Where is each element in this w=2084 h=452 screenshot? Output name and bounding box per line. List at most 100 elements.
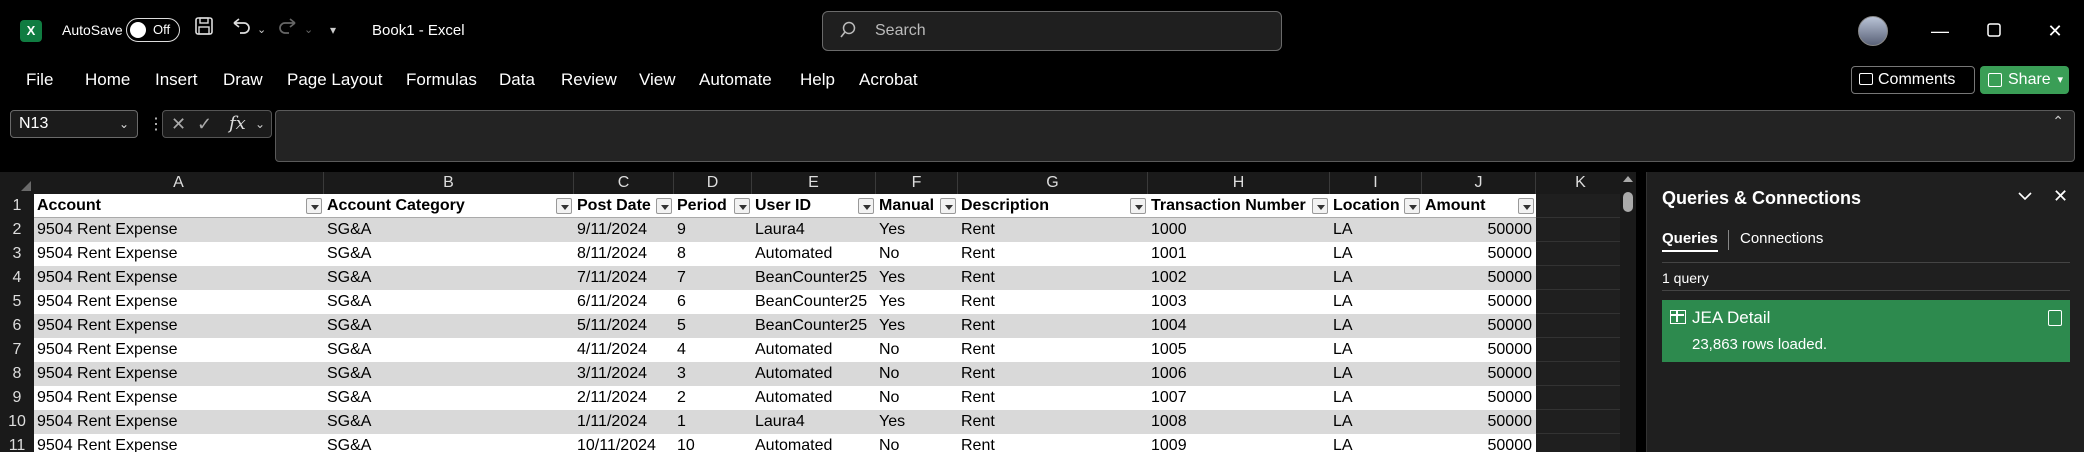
table-cell[interactable]: Automated	[752, 434, 876, 452]
user-avatar[interactable]	[1858, 16, 1888, 46]
table-cell[interactable]: 1008	[1148, 410, 1330, 434]
tab-connections[interactable]: Connections	[1740, 230, 1823, 247]
table-cell[interactable]: 4	[674, 338, 752, 362]
table-cell[interactable]: 9/11/2024	[574, 218, 674, 242]
table-cell[interactable]: 1007	[1148, 386, 1330, 410]
table-cell[interactable]: 50000	[1422, 290, 1536, 314]
table-cell[interactable]: LA	[1330, 386, 1422, 410]
table-cell[interactable]: LA	[1330, 362, 1422, 386]
table-cell[interactable]: 9504 Rent Expense	[34, 314, 324, 338]
empty-cell[interactable]	[1536, 194, 1626, 218]
table-cell[interactable]: LA	[1330, 290, 1422, 314]
column-header-h[interactable]: H	[1148, 172, 1330, 194]
row-header[interactable]: 7	[0, 338, 34, 362]
share-button[interactable]: Share ▾	[1980, 66, 2069, 94]
table-cell[interactable]: BeanCounter25	[752, 290, 876, 314]
table-cell[interactable]: LA	[1330, 410, 1422, 434]
table-cell[interactable]: LA	[1330, 314, 1422, 338]
column-header-g[interactable]: G	[958, 172, 1148, 194]
table-cell[interactable]: 10/11/2024	[574, 434, 674, 452]
table-cell[interactable]: SG&A	[324, 434, 574, 452]
column-header-e[interactable]: E	[752, 172, 876, 194]
table-cell[interactable]: Rent	[958, 290, 1148, 314]
filter-dropdown-icon[interactable]	[1518, 198, 1534, 214]
column-header-f[interactable]: F	[876, 172, 958, 194]
column-header-a[interactable]: A	[34, 172, 324, 194]
table-cell[interactable]: No	[876, 338, 958, 362]
filter-dropdown-icon[interactable]	[1312, 198, 1328, 214]
table-cell[interactable]: 1000	[1148, 218, 1330, 242]
column-header-c[interactable]: C	[574, 172, 674, 194]
table-cell[interactable]: 1	[674, 410, 752, 434]
table-cell[interactable]: LA	[1330, 338, 1422, 362]
table-cell[interactable]: No	[876, 434, 958, 452]
tab-acrobat[interactable]: Acrobat	[859, 70, 918, 90]
close-pane-icon[interactable]: ✕	[2053, 186, 2068, 207]
table-cell[interactable]: 10	[674, 434, 752, 452]
table-cell[interactable]: 8	[674, 242, 752, 266]
table-cell[interactable]: 9504 Rent Expense	[34, 338, 324, 362]
table-cell[interactable]: Yes	[876, 218, 958, 242]
table-cell[interactable]: LA	[1330, 434, 1422, 452]
row-header[interactable]: 10	[0, 410, 34, 434]
table-cell[interactable]: SG&A	[324, 362, 574, 386]
table-cell[interactable]: 7/11/2024	[574, 266, 674, 290]
table-cell[interactable]: 1003	[1148, 290, 1330, 314]
tab-view[interactable]: View	[639, 70, 676, 90]
filter-dropdown-icon[interactable]	[1404, 198, 1420, 214]
row-header[interactable]: 4	[0, 266, 34, 290]
table-cell[interactable]: 4/11/2024	[574, 338, 674, 362]
row-header[interactable]: 5	[0, 290, 34, 314]
table-cell[interactable]: SG&A	[324, 218, 574, 242]
table-cell[interactable]: SG&A	[324, 410, 574, 434]
table-cell[interactable]: Rent	[958, 362, 1148, 386]
table-cell[interactable]: No	[876, 362, 958, 386]
minimize-icon[interactable]: —	[1925, 16, 1955, 46]
filter-dropdown-icon[interactable]	[1130, 198, 1146, 214]
table-cell[interactable]: SG&A	[324, 386, 574, 410]
vertical-scrollbar[interactable]	[1620, 172, 1636, 452]
table-cell[interactable]: 6/11/2024	[574, 290, 674, 314]
table-cell[interactable]: 50000	[1422, 266, 1536, 290]
table-cell[interactable]: SG&A	[324, 290, 574, 314]
table-cell[interactable]: Automated	[752, 386, 876, 410]
empty-cell[interactable]	[1536, 410, 1626, 434]
table-cell[interactable]: 50000	[1422, 314, 1536, 338]
table-cell[interactable]: 50000	[1422, 362, 1536, 386]
table-cell[interactable]: LA	[1330, 266, 1422, 290]
row-header[interactable]: 2	[0, 218, 34, 242]
autosave-toggle[interactable]: Off	[126, 18, 180, 42]
table-cell[interactable]: SG&A	[324, 242, 574, 266]
filter-dropdown-icon[interactable]	[556, 198, 572, 214]
table-cell[interactable]: Rent	[958, 386, 1148, 410]
table-cell[interactable]: Yes	[876, 314, 958, 338]
tab-help[interactable]: Help	[800, 70, 835, 90]
table-cell[interactable]: 9504 Rent Expense	[34, 266, 324, 290]
column-header-k[interactable]: K	[1536, 172, 1626, 194]
table-cell[interactable]: Rent	[958, 242, 1148, 266]
table-cell[interactable]: 9	[674, 218, 752, 242]
table-cell[interactable]: 9504 Rent Expense	[34, 242, 324, 266]
table-cell[interactable]: 50000	[1422, 338, 1536, 362]
table-cell[interactable]: 5	[674, 314, 752, 338]
header-cell[interactable]: Amount	[1422, 194, 1536, 218]
table-cell[interactable]: Automated	[752, 242, 876, 266]
table-cell[interactable]: 9504 Rent Expense	[34, 362, 324, 386]
empty-cell[interactable]	[1536, 338, 1626, 362]
table-cell[interactable]: 1004	[1148, 314, 1330, 338]
table-cell[interactable]: 9504 Rent Expense	[34, 410, 324, 434]
column-header-j[interactable]: J	[1422, 172, 1536, 194]
table-cell[interactable]: 5/11/2024	[574, 314, 674, 338]
table-cell[interactable]: 2	[674, 386, 752, 410]
tab-insert[interactable]: Insert	[155, 70, 198, 90]
table-cell[interactable]: BeanCounter25	[752, 266, 876, 290]
column-header-i[interactable]: I	[1330, 172, 1422, 194]
filter-dropdown-icon[interactable]	[656, 198, 672, 214]
tab-formulas[interactable]: Formulas	[406, 70, 477, 90]
empty-cell[interactable]	[1536, 386, 1626, 410]
empty-cell[interactable]	[1536, 218, 1626, 242]
row-header[interactable]: 6	[0, 314, 34, 338]
cancel-icon[interactable]: ✕	[171, 111, 186, 137]
worksheet-grid[interactable]: ABCDEFGHIJK 1 Account Account Category Post…	[0, 172, 1636, 452]
header-cell[interactable]: Account	[34, 194, 324, 218]
